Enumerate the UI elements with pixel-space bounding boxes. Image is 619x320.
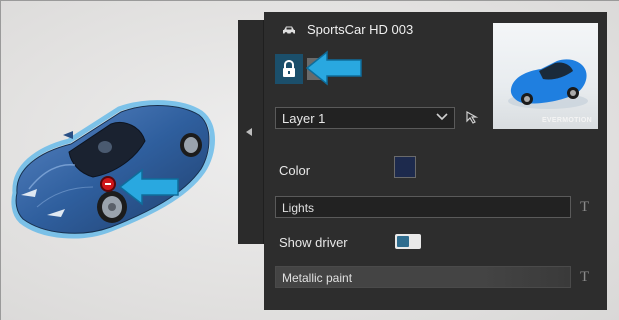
toggle-knob	[397, 236, 409, 247]
show-driver-label: Show driver	[279, 235, 348, 250]
color-swatch[interactable]	[394, 156, 416, 178]
object-marker-icon[interactable]	[100, 176, 116, 192]
show-driver-toggle[interactable]	[395, 234, 421, 249]
cursor-icon[interactable]	[465, 110, 479, 124]
callout-arrow-icon	[118, 168, 179, 206]
callout-arrow-icon	[305, 50, 362, 86]
collapse-arrow-icon[interactable]	[246, 128, 252, 136]
text-t-icon[interactable]: T	[580, 269, 589, 286]
sportscar-model[interactable]	[7, 97, 221, 247]
lock-icon	[283, 60, 295, 77]
paint-field[interactable]: Metallic paint	[275, 266, 571, 288]
paint-field-value: Metallic paint	[282, 271, 353, 285]
car-icon	[283, 26, 295, 35]
chevron-down-icon	[436, 113, 448, 121]
layer-select-value: Layer 1	[282, 111, 326, 126]
model-thumbnail: EVERMOTION	[493, 23, 598, 129]
lights-field[interactable]: Lights	[275, 196, 571, 218]
lock-button[interactable]	[275, 54, 303, 84]
panel-collapse-strip[interactable]	[238, 20, 264, 244]
thumbnail-brand: EVERMOTION	[541, 117, 592, 124]
text-t-icon[interactable]: T	[580, 199, 589, 216]
object-title: SportsCar HD 003	[307, 22, 414, 37]
lights-field-value: Lights	[282, 201, 315, 215]
panel-header: SportsCar HD 003	[282, 22, 413, 37]
layer-select[interactable]: Layer 1	[275, 107, 455, 129]
thumbnail-car-image	[508, 59, 588, 109]
color-label: Color	[279, 163, 311, 178]
